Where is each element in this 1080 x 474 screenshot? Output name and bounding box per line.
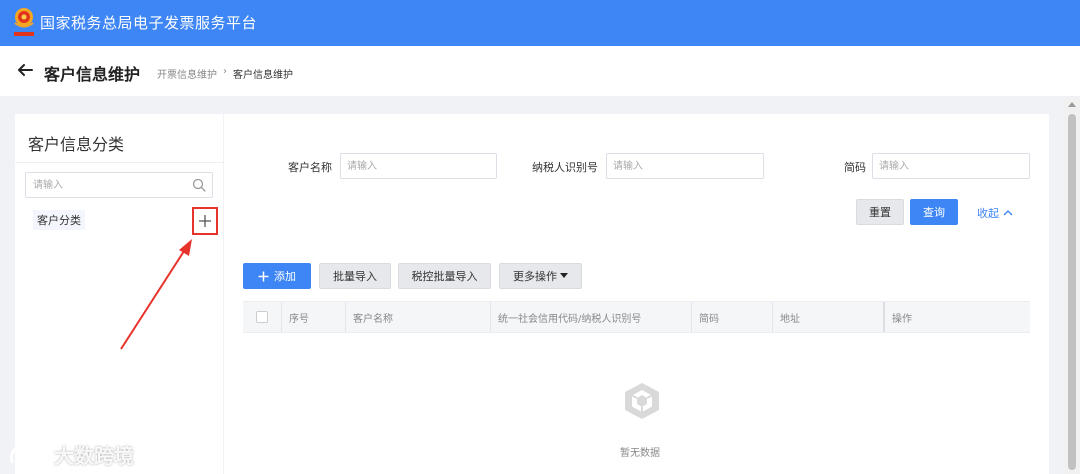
plus-icon — [199, 215, 211, 227]
platform-title: 国家税务总局电子发票服务平台 — [40, 14, 258, 32]
batch-import-button[interactable]: 批量导入 — [319, 263, 391, 289]
top-header-bar: 国家税务总局电子发票服务平台 — [0, 0, 1080, 46]
column-header-customer-name: 客户名称 — [345, 302, 490, 332]
customer-name-label: 客户名称 — [288, 161, 332, 174]
watermark: 大数跨境 — [8, 440, 134, 469]
tree-item-customer-category[interactable]: 客户分类 — [33, 210, 85, 230]
plus-icon — [258, 271, 269, 281]
breadcrumb: 开票信息维护 › 客户信息维护 — [157, 66, 293, 81]
chevron-up-icon — [1003, 210, 1013, 216]
column-header-credit-code: 统一社会信用代码/纳税人识别号 — [490, 302, 691, 332]
column-header-short-code: 简码 — [691, 302, 772, 332]
column-header-address: 地址 — [772, 302, 883, 332]
breadcrumb-item-current: 客户信息维护 — [233, 70, 293, 81]
tax-emblem-icon — [14, 8, 34, 36]
page-scrollbar[interactable] — [1064, 98, 1080, 474]
divider — [15, 162, 223, 163]
select-all-cell — [243, 302, 281, 332]
search-icon[interactable] — [192, 178, 206, 192]
back-arrow-icon[interactable] — [16, 61, 34, 79]
caret-down-icon — [560, 273, 568, 278]
collapse-filters-link[interactable]: 收起 — [977, 205, 1013, 221]
more-actions-dropdown[interactable]: 更多操作 — [499, 263, 582, 289]
watermark-text: 大数跨境 — [54, 444, 134, 468]
page-header: 客户信息维护 开票信息维护 › 客户信息维护 — [0, 46, 1080, 96]
scrollbar-thumb[interactable] — [1068, 114, 1076, 470]
short-code-input[interactable] — [872, 153, 1030, 179]
add-customer-button[interactable]: 添加 — [243, 263, 311, 289]
reset-button[interactable]: 重置 — [856, 199, 904, 225]
tax-id-label: 纳税人识别号 — [532, 161, 598, 174]
add-label: 添加 — [274, 270, 296, 283]
short-code-label: 简码 — [844, 161, 866, 174]
tax-control-batch-import-button[interactable]: 税控批量导入 — [398, 263, 491, 289]
select-all-checkbox[interactable] — [256, 311, 268, 323]
tax-id-input[interactable] — [606, 153, 764, 179]
column-header-actions: 操作 — [883, 302, 1030, 332]
add-category-button[interactable] — [192, 207, 218, 235]
collapse-label: 收起 — [977, 207, 999, 220]
breadcrumb-separator: › — [223, 66, 227, 77]
category-panel-title: 客户信息分类 — [28, 135, 125, 154]
customer-category-panel: 客户信息分类 客户分类 — [15, 114, 223, 474]
breadcrumb-item-invoice-info[interactable]: 开票信息维护 — [157, 66, 217, 81]
more-actions-label: 更多操作 — [513, 270, 557, 283]
customer-table-header: 序号 客户名称 统一社会信用代码/纳税人识别号 简码 地址 操作 — [243, 301, 1030, 333]
empty-box-icon — [625, 383, 659, 419]
scroll-up-arrow-icon[interactable] — [1068, 102, 1076, 107]
empty-state-text: 暂无数据 — [620, 448, 660, 459]
category-search-box — [25, 172, 213, 198]
category-search-input[interactable] — [26, 173, 176, 198]
column-header-index: 序号 — [281, 302, 345, 332]
customer-name-input[interactable] — [340, 153, 497, 179]
page-title: 客户信息维护 — [44, 65, 141, 84]
query-button[interactable]: 查询 — [910, 199, 958, 225]
customer-list-panel: 客户名称 纳税人识别号 简码 重置 查询 收起 添加 批量导入 税控批量导入 更… — [224, 114, 1049, 474]
watermark-logo-icon — [10, 445, 49, 463]
